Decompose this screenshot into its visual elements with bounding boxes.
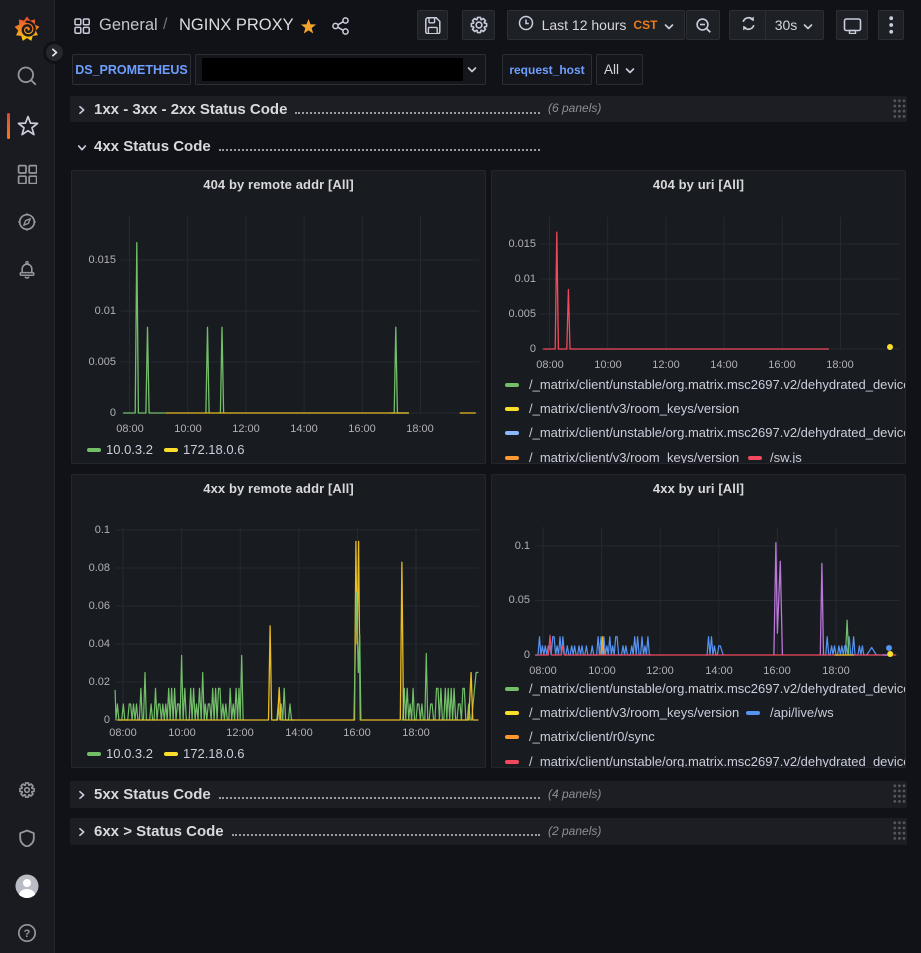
svg-text:?: ? [24, 928, 31, 940]
